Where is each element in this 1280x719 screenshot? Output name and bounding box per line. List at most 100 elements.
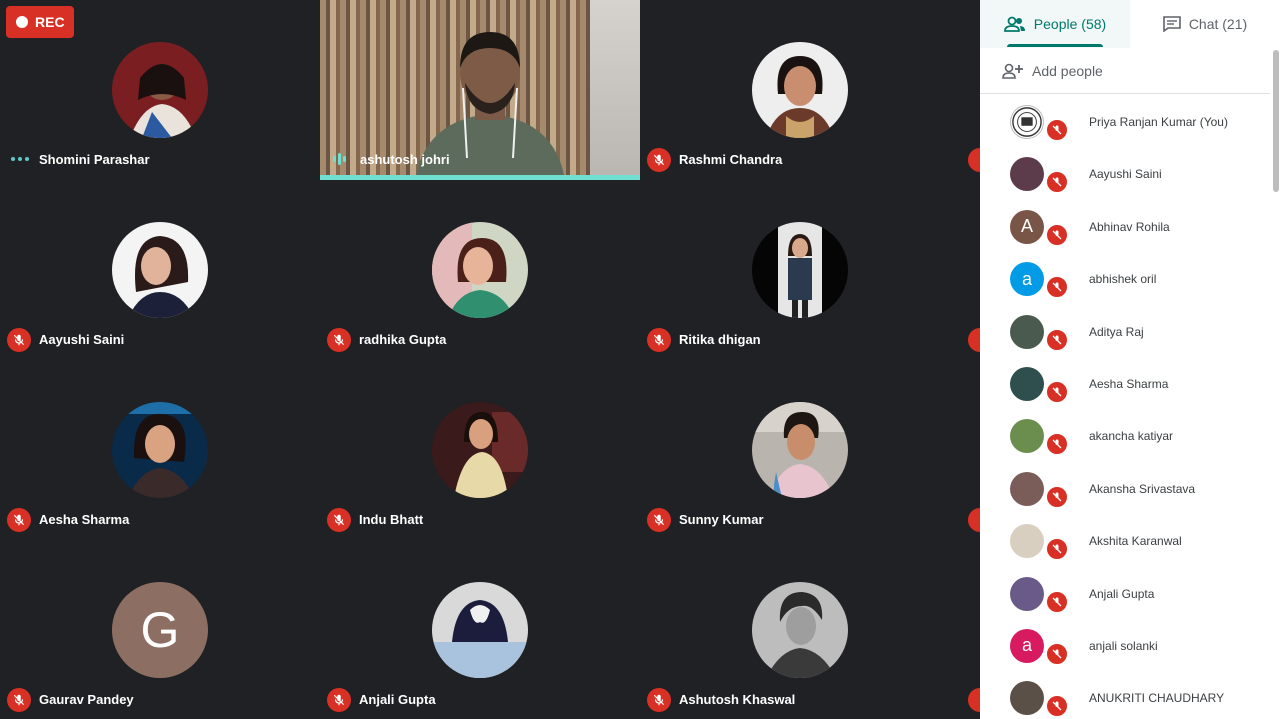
add-person-icon (1002, 63, 1023, 79)
record-dot-icon (16, 16, 28, 28)
add-people-label: Add people (1032, 62, 1103, 79)
tab-chat[interactable]: Chat (21) (1130, 0, 1280, 48)
avatar (752, 582, 848, 678)
mic-off-icon (7, 508, 31, 532)
list-item[interactable]: Akshita Karanwal (980, 515, 1270, 567)
avatar (1010, 419, 1044, 454)
participant-tile[interactable]: Rashmi Chandra (640, 0, 960, 180)
mic-off-icon (327, 508, 351, 532)
participant-name: Rashmi Chandra (679, 152, 783, 167)
avatar (1010, 366, 1044, 401)
mic-off-icon (647, 148, 671, 172)
participant-tile[interactable]: Aesha Sharma (0, 360, 320, 540)
mic-off-icon (1045, 222, 1069, 247)
list-item[interactable]: Aesha Sharma (980, 358, 1270, 410)
list-item[interactable]: Aditya Raj (980, 306, 1270, 358)
participant-tile[interactable]: Anjali Gupta (320, 540, 640, 719)
participant-name: Sunny Kumar (679, 512, 764, 527)
list-item[interactable]: Aayushi Saini (980, 148, 1270, 200)
participant-tile[interactable]: Aayushi Saini (0, 180, 320, 360)
tab-people[interactable]: People (58) (980, 0, 1130, 48)
avatar-initial: A (1010, 209, 1044, 244)
participant-name: Anjali Gupta (1089, 586, 1155, 601)
participant-name: Aditya Raj (1089, 324, 1144, 339)
participant-tile[interactable]: radhika Gupta (320, 180, 640, 360)
list-item[interactable]: Anjali Gupta (980, 568, 1270, 620)
mic-off-icon (1045, 327, 1069, 352)
mic-off-icon (968, 328, 980, 352)
mic-off-icon (327, 328, 351, 352)
avatar (1010, 314, 1044, 349)
avatar (1010, 524, 1044, 559)
mic-off-icon (1045, 118, 1069, 142)
mic-off-icon (7, 328, 31, 352)
speaking-icon (333, 153, 346, 165)
avatar (752, 42, 848, 138)
participant-name: Akshita Karanwal (1089, 534, 1182, 549)
avatar (1010, 471, 1044, 506)
avatar (112, 222, 208, 318)
mic-off-icon (327, 688, 351, 712)
participant-name: ANUKRITI CHAUDHARY (1089, 691, 1225, 706)
mic-off-icon (647, 688, 671, 712)
participant-name: Gaurav Pandey (39, 692, 134, 707)
mic-off-icon (1045, 484, 1069, 509)
avatar (1010, 576, 1044, 611)
avatar (432, 582, 528, 678)
mic-off-icon (647, 328, 671, 352)
avatar (432, 402, 528, 498)
participant-name: radhika Gupta (359, 332, 447, 347)
participant-name: abhishek oril (1089, 272, 1157, 287)
chat-icon (1163, 16, 1181, 32)
avatar (752, 222, 848, 318)
meet-screen: Shomini Parashar ashutosh johri Rashmi C… (0, 0, 1280, 719)
participant-list: Priya Ranjan Kumar (You) Aayushi Saini A… (980, 96, 1270, 719)
list-item[interactable]: A Abhinav Rohila (980, 201, 1270, 253)
participant-name: Ritika dhigan (679, 332, 761, 347)
mic-off-icon (1045, 589, 1069, 614)
tab-chat-label: Chat (21) (1188, 16, 1248, 32)
list-item[interactable]: a anjali solanki (980, 620, 1270, 672)
active-tab-indicator (1007, 44, 1103, 47)
participant-name: Shomini Parashar (39, 152, 150, 167)
participant-tile[interactable]: Ashutosh Khaswal (640, 540, 960, 719)
participant-tile[interactable]: Indu Bhatt (320, 360, 640, 540)
mic-off-icon (968, 688, 980, 712)
participant-name: Ashutosh Khaswal (679, 692, 796, 707)
participant-name: Aayushi Saini (1089, 167, 1162, 182)
audio-level-icon (11, 157, 29, 161)
scrollbar-thumb[interactable] (1273, 50, 1279, 192)
people-icon (1003, 16, 1025, 32)
mic-off-icon (1045, 641, 1069, 666)
participant-name: Priya Ranjan Kumar (You) (1089, 115, 1228, 129)
participant-name: Anjali Gupta (359, 692, 436, 707)
mic-off-icon (1045, 694, 1069, 719)
participant-name: anjali solanki (1089, 638, 1158, 653)
mic-off-icon (1045, 379, 1069, 404)
avatar (1010, 105, 1044, 139)
participant-tile[interactable]: Sunny Kumar (640, 360, 960, 540)
mic-off-icon (647, 508, 671, 532)
participant-name: Aesha Sharma (39, 512, 130, 527)
list-item[interactable]: akancha katiyar (980, 410, 1270, 462)
mic-off-icon (968, 148, 980, 172)
avatar-initial: a (1010, 628, 1044, 663)
tab-people-label: People (58) (1033, 16, 1107, 32)
list-item[interactable]: Priya Ranjan Kumar (You) (980, 96, 1270, 148)
mic-off-icon (1045, 537, 1069, 562)
avatar-initial: G (112, 582, 208, 678)
list-item[interactable]: ANUKRITI CHAUDHARY (980, 672, 1270, 719)
list-item[interactable]: a abhishek oril (980, 253, 1270, 305)
avatar (752, 402, 848, 498)
mic-off-icon (7, 688, 31, 712)
participant-tile[interactable]: Ritika dhigan (640, 180, 960, 360)
avatar (112, 42, 208, 138)
recording-badge: REC (6, 6, 74, 38)
people-panel: People (58) Chat (21) Add people Priya R… (980, 0, 1280, 719)
mic-off-icon (1045, 170, 1069, 195)
add-people-button[interactable]: Add people (980, 48, 1270, 94)
video-tile-active-speaker[interactable]: ashutosh johri (320, 0, 640, 180)
list-item[interactable]: Akansha Srivastava (980, 463, 1270, 515)
participant-tile[interactable]: G Gaurav Pandey (0, 540, 320, 719)
avatar (1010, 157, 1044, 192)
